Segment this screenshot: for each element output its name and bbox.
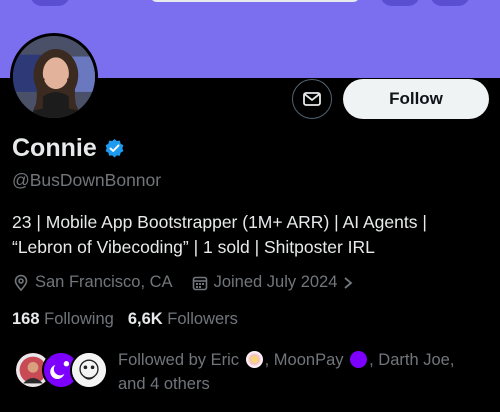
bio-line-2: “Lebron of Vibecoding” | 1 sold | Shitpo… <box>12 237 375 257</box>
follow-counts: 168 Following 6,6K Followers <box>12 310 252 329</box>
followed-by-avatars <box>14 348 110 390</box>
follow-button[interactable]: Follow <box>343 79 489 119</box>
calendar-icon <box>192 276 207 290</box>
flower-emoji-icon <box>245 351 263 368</box>
message-button[interactable] <box>292 79 332 119</box>
joined-item[interactable]: Joined July 2024 <box>191 273 355 292</box>
user-handle: @BusDownBonnor <box>12 170 162 190</box>
followed-by-line2: and 4 others <box>118 375 210 393</box>
followed-by-part2: , MoonPay <box>264 351 344 369</box>
envelope-icon <box>303 92 321 106</box>
location-pin-icon <box>14 274 28 291</box>
followed-by-text: Followed by Eric , MoonPay , Darth Joe, … <box>118 348 478 396</box>
display-name: Connie <box>12 134 97 162</box>
profile-bio: 23 | Mobile App Bootstrapper (1M+ ARR) |… <box>12 210 492 260</box>
verified-badge-icon[interactable] <box>104 138 125 159</box>
purple-circle-emoji-icon <box>350 351 368 368</box>
following-link[interactable]: 168 Following <box>12 310 114 329</box>
followers-link[interactable]: 6,6K Followers <box>128 310 238 329</box>
followed-by-section[interactable]: Followed by Eric , MoonPay , Darth Joe, … <box>14 348 478 396</box>
avatar-photo <box>13 36 95 118</box>
followed-by-prefix: Followed by Eric <box>118 351 240 369</box>
following-count: 168 <box>12 310 40 328</box>
followed-by-part3: , Darth Joe, <box>369 351 455 369</box>
banner-artwork <box>0 0 500 8</box>
location-item: San Francisco, CA <box>12 273 173 292</box>
joined-text: Joined July 2024 <box>213 273 338 291</box>
profile-avatar[interactable] <box>10 33 98 121</box>
following-label: Following <box>44 310 114 328</box>
profile-meta: San Francisco, CA Joined July 2024 <box>12 273 372 292</box>
bio-line-1: 23 | Mobile App Bootstrapper (1M+ ARR) |… <box>12 212 427 232</box>
followers-label: Followers <box>167 310 238 328</box>
name-row: Connie <box>12 134 125 163</box>
follower-avatar-darth-joe <box>70 351 108 389</box>
location-text: San Francisco, CA <box>35 273 173 291</box>
chevron-right-icon <box>344 276 353 289</box>
followers-count: 6,6K <box>127 310 163 328</box>
